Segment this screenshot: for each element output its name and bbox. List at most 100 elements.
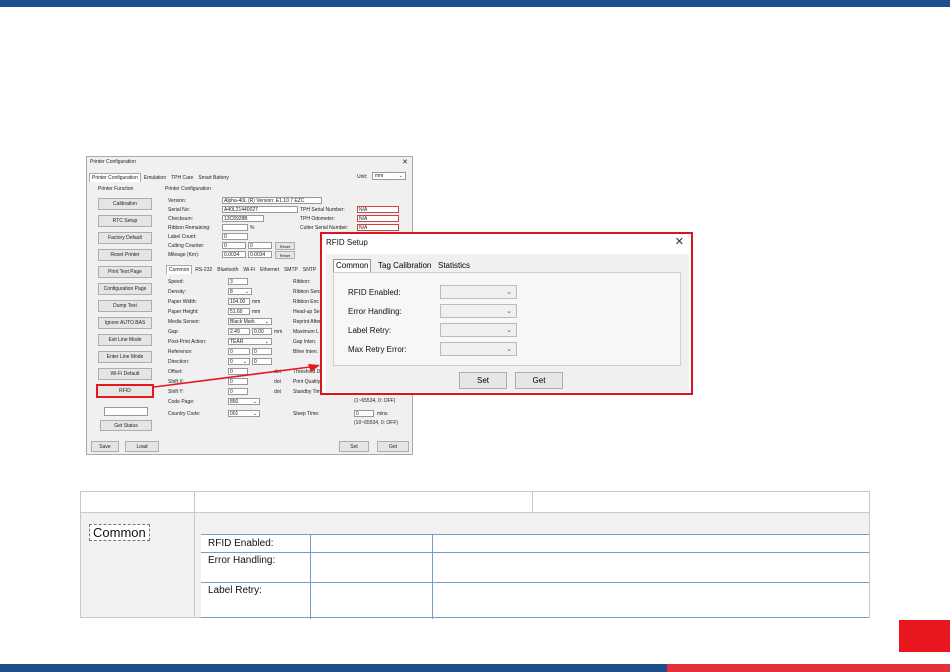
field-unit: mm [274,329,283,335]
print-test-page-button[interactable]: Print Test Page [98,266,152,278]
load-button[interactable]: Load [125,441,159,452]
speed-input[interactable]: 3 [228,278,248,285]
tab-smart-battery[interactable]: Smart Battery [196,174,231,182]
code-page-select[interactable]: 850 ⌄ [228,398,260,405]
ignore-auto-bas-button[interactable]: Ignore AUTO.BAS [98,317,152,329]
rfid-enabled-label: RFID Enabled: [348,288,401,297]
sleep-input[interactable]: 0 [354,410,374,417]
status-field [104,407,148,416]
set-button[interactable]: Set [339,441,369,452]
tph-label: Cutter Serial Number: [300,225,349,231]
close-icon[interactable]: ✕ [402,158,408,166]
row-label: Error Handling: [208,555,276,566]
field-label: Media Sensor: [168,319,201,325]
factory-default-button[interactable]: Factory Default [98,232,152,244]
chevron-down-icon: ⌄ [506,308,512,315]
tab-statistics[interactable]: Statistics [436,260,472,272]
tph-label: TPH Odometer: [300,216,336,222]
get-status-button[interactable]: Get Status [100,420,152,431]
column-divider [310,535,311,619]
common-panel: RFID Enabled: ⌄ Error Handling: ⌄ Label … [333,272,681,366]
get-button[interactable]: Get [377,441,409,452]
field-label: Paper Width: [168,299,197,305]
wifi-default-button[interactable]: Wi-Fi Default [98,368,152,380]
right-label: Ribbon Enc [293,299,319,305]
reference-y-input[interactable]: 0 [252,348,272,355]
window-title: Printer Configuration [90,159,136,165]
tab-wifi[interactable]: Wi-Fi [241,266,257,274]
version-value: Alpha-40L (R) Version: E1.10.7 EZC [222,197,322,204]
ribbon-unit: % [250,225,255,231]
unit-value: mm [375,173,384,179]
paper-width-input[interactable]: 104.00 [228,298,250,305]
mileage-value-2: 0.0034 [248,251,272,258]
max-retry-error-label: Max Retry Error: [348,345,407,354]
info-label: Label Count: [168,234,197,240]
field-label: Code Page: [168,399,195,405]
tph-serial-value: N/A [357,206,399,213]
cutter-serial-value: N/A [357,224,399,231]
tab-tph-care[interactable]: TPH Care [169,174,195,182]
ribbon-remaining-value [222,224,248,231]
reset-mileage-button[interactable]: Reset [275,251,295,259]
right-label: Gap Inten. [293,339,317,345]
save-button[interactable]: Save [91,441,119,452]
tab-common[interactable]: Common [333,259,372,272]
reset-cutting-button[interactable]: Reset [275,242,295,250]
reference-x-input[interactable]: 0 [228,348,250,355]
reset-printer-button[interactable]: Reset Printer [98,249,152,261]
gap-offset-input[interactable]: 0.00 [252,328,272,335]
country-code-select[interactable]: 001 ⌄ [228,410,260,417]
max-retry-error-select[interactable]: ⌄ [440,342,517,356]
dialog-body: Common Tag Calibration Statistics RFID E… [326,254,689,392]
tab-smtp[interactable]: SMTP [282,266,300,274]
right-label: Reprint After [293,319,321,325]
field-label: Country Code: [168,411,201,417]
tab-rs232[interactable]: RS-232 [193,266,214,274]
enter-line-mode-button[interactable]: Enter Line Mode [98,351,152,363]
paper-height-input[interactable]: 51.60 [228,308,250,315]
rtc-setup-button[interactable]: RTC Setup [98,215,152,227]
tab-emulation[interactable]: Emulation [142,174,168,182]
info-label: Version: [168,198,187,204]
error-handling-select[interactable]: ⌄ [440,304,517,318]
field-unit: mm [252,309,261,315]
table-row: Error Handling: [201,553,869,583]
gap-input[interactable]: 2.49 [228,328,250,335]
exit-line-mode-button[interactable]: Exit Line Mode [98,334,152,346]
tab-bluetooth[interactable]: Bluetooth [215,266,240,274]
country-code-value: 001 [230,411,239,417]
configuration-page-button[interactable]: Configuration Page [98,283,152,295]
dialog-title: RFID Setup [326,238,368,247]
callout-arrow [153,364,320,388]
post-print-action-select[interactable]: TEAR ⌄ [228,338,272,345]
table-row: RFID Enabled: [201,535,869,553]
tab-sntp[interactable]: SNTP [301,266,318,274]
tab-common[interactable]: Common [166,265,193,274]
code-page-value: 850 [230,399,239,405]
rfid-enabled-select[interactable]: ⌄ [440,285,517,299]
main-tab-bar: Printer Configuration Emulation TPH Care Sm… [89,173,232,182]
tab-tag-calibration[interactable]: Tag Calibration [376,260,433,272]
tph-label: TPH Serial Number: [300,207,345,213]
media-sensor-value: Black Mark [230,319,255,325]
close-icon[interactable]: ✕ [675,235,684,248]
unit-select[interactable]: mm ⌄ [372,172,406,180]
calibration-button[interactable]: Calibration [98,198,152,210]
right-label: Ribbon: [293,279,311,285]
tab-ethernet[interactable]: Ethernet [258,266,281,274]
footer-bar-accent [667,664,950,672]
media-sensor-select[interactable]: Black Mark ⌄ [228,318,272,325]
label-retry-select[interactable]: ⌄ [440,323,517,337]
tab-printer-configuration[interactable]: Printer Configuration [89,173,141,182]
info-label: Ribbon Remaining: [168,225,211,231]
chevron-down-icon: ⌄ [506,327,512,334]
chevron-down-icon: ⌄ [398,173,403,179]
density-select[interactable]: 8 ⌄ [228,288,252,295]
rfid-button[interactable]: RFID [96,384,154,398]
get-button[interactable]: Get [515,372,563,389]
set-button[interactable]: Set [459,372,507,389]
dump-text-button[interactable]: Dump Text [98,300,152,312]
mileage-value: 0.0034 [222,251,246,258]
table-divider [532,492,533,513]
